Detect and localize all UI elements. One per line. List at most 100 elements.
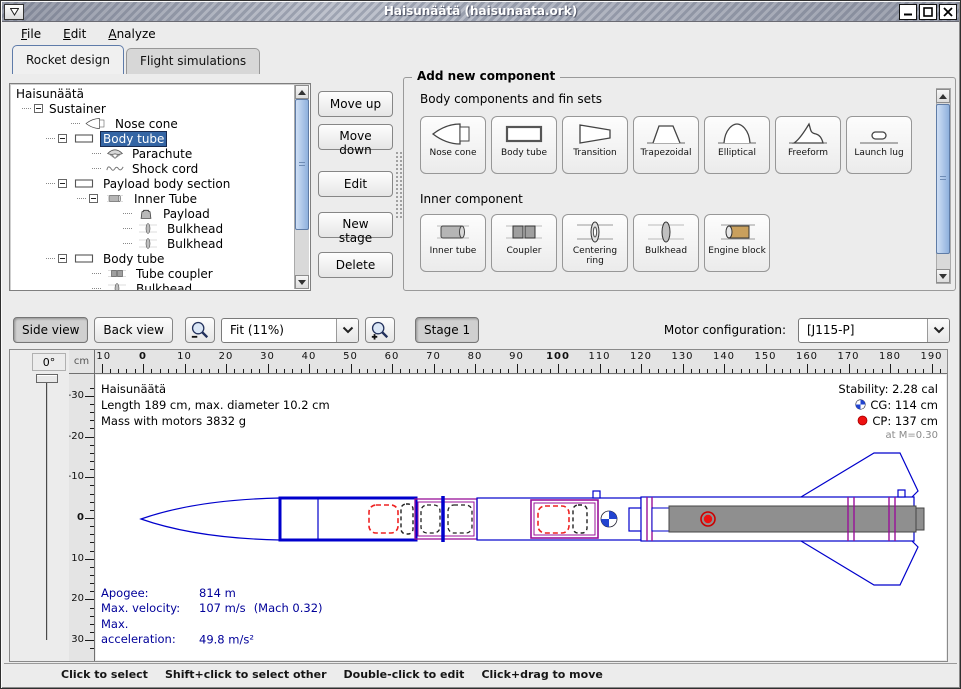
coupler-icon [104, 267, 130, 280]
add-trapezoidal-fin-button[interactable]: Trapezoidal [633, 116, 699, 174]
minimize-button[interactable] [899, 4, 917, 20]
combo-arrow[interactable] [927, 319, 949, 342]
tab-rocket-design[interactable]: Rocket design [12, 45, 124, 74]
rotation-slider-track[interactable] [46, 380, 48, 640]
collapse-icon[interactable] [34, 104, 43, 113]
add-nose-cone-button[interactable]: Nose cone [420, 116, 486, 174]
scroll-down-button[interactable] [295, 275, 309, 289]
add-coupler-button[interactable]: Coupler [491, 214, 557, 272]
motor-configuration-combo[interactable]: [J115-P] [798, 318, 950, 343]
menu-edit[interactable]: Edit [54, 24, 95, 44]
zoom-in-icon [370, 320, 390, 340]
launch-lug-shape[interactable] [898, 490, 905, 497]
rotation-slider-thumb[interactable] [36, 374, 58, 383]
palette-row-body: Nose cone Body tube Transition Trapezoid… [420, 116, 912, 174]
status-bar: Click to select Shift+click to select ot… [4, 663, 957, 684]
tree-item-bulkhead[interactable]: Bulkhead [10, 236, 310, 251]
body-tube-icon [71, 132, 97, 145]
maximize-button[interactable] [919, 4, 937, 20]
add-transition-button[interactable]: Transition [562, 116, 628, 174]
zoom-level-combo[interactable]: Fit (11%) [221, 318, 359, 343]
cg-value: 114 cm [895, 398, 938, 412]
tree-item-bulkhead[interactable]: Bulkhead [10, 281, 310, 291]
add-body-tube-button[interactable]: Body tube [491, 116, 557, 174]
side-view-button[interactable]: Side view [13, 317, 88, 343]
collapse-icon[interactable] [58, 254, 67, 263]
combo-arrow[interactable] [336, 319, 358, 342]
tree-scrollbar[interactable] [294, 85, 309, 289]
tree-item-stage[interactable]: Sustainer [10, 101, 310, 116]
tree-item-payload[interactable]: Payload [10, 206, 310, 221]
add-launch-lug-button[interactable]: Launch lug [846, 116, 912, 174]
new-stage-button[interactable]: New stage [318, 212, 393, 238]
rocket-canvas[interactable]: Haisunäätä Length 189 cm, max. diameter … [96, 375, 946, 660]
max-velocity-row: Max. velocity:107 m/s(Mach 0.32) [101, 601, 323, 617]
add-centering-ring-button[interactable]: Centering ring [562, 214, 628, 272]
menu-file[interactable]: File [12, 24, 50, 44]
zoom-out-button[interactable] [185, 317, 215, 343]
tree-item-parachute[interactable]: Parachute [10, 146, 310, 161]
body-tube-shape[interactable] [280, 498, 416, 540]
tree-item-nose-cone[interactable]: Nose cone [10, 116, 310, 131]
rocket-view-panel: 0° cm -100102030405060708090100110120130… [9, 349, 948, 662]
scroll-up-button[interactable] [295, 85, 309, 99]
zoom-in-button[interactable] [365, 317, 395, 343]
motor-mount-shape[interactable] [652, 508, 669, 531]
menu-analyze[interactable]: Analyze [99, 24, 164, 44]
launch-lug-shape[interactable] [593, 491, 600, 498]
fin-lower-shape[interactable] [801, 541, 918, 585]
add-inner-tube-button[interactable]: Inner tube [420, 214, 486, 272]
tree-item-shock-cord[interactable]: Shock cord [10, 161, 310, 176]
stage-1-toggle[interactable]: Stage 1 [415, 317, 479, 343]
palette-scrollbar[interactable] [936, 88, 951, 284]
rocket-dimensions: Length 189 cm, max. diameter 10.2 cm [101, 397, 330, 413]
nose-cone-shape[interactable] [141, 498, 280, 540]
flight-summary: Apogee:814 m Max. velocity:107 m/s(Mach … [101, 586, 323, 648]
collapse-icon[interactable] [89, 194, 98, 203]
zoom-out-icon [190, 320, 210, 340]
move-down-button[interactable]: Move down [318, 124, 393, 150]
back-view-button[interactable]: Back view [94, 317, 173, 343]
ruler-unit-label: cm [69, 350, 95, 374]
nose-cone-icon [431, 121, 475, 147]
palette-row-inner: Inner tube Coupler Centering ring Bulkhe… [420, 214, 770, 272]
add-engine-block-button[interactable]: Engine block [704, 214, 770, 272]
hint-shift-click: Shift+click to select other [165, 668, 327, 681]
delete-button[interactable]: Delete [318, 252, 393, 278]
scroll-down-button[interactable] [936, 269, 950, 283]
motor-configuration-value: [J115-P] [799, 323, 927, 337]
tree-item-body-tube-selected[interactable]: Body tube [10, 131, 310, 146]
zoom-level-value: Fit (11%) [222, 323, 336, 337]
tree-item-bulkhead[interactable]: Bulkhead [10, 221, 310, 236]
launch-lug-icon [857, 121, 901, 147]
tree-item-body-tube-aft[interactable]: Body tube [10, 251, 310, 266]
component-tree[interactable]: Haisunäätä Sustainer Nose cone Body tube… [9, 83, 311, 291]
tree-item-tube-coupler[interactable]: Tube coupler [10, 266, 310, 281]
view-toolbar: Side view Back view Fit (11%) Stage 1 Mo… [9, 315, 952, 345]
collapse-icon[interactable] [58, 179, 67, 188]
collapse-icon[interactable] [58, 134, 67, 143]
centering-ring-icon [573, 219, 617, 245]
tree-item-payload-section[interactable]: Payload body section [10, 176, 310, 191]
scrollbar-thumb[interactable] [295, 99, 309, 230]
add-bulkhead-button[interactable]: Bulkhead [633, 214, 699, 272]
inner-tube-icon [431, 219, 475, 245]
title-bar[interactable]: Haisunäätä (haisunaata.ork) [2, 2, 959, 22]
shock-cord-icon [104, 162, 126, 175]
vertical-ruler: -30-20-100102030 [69, 374, 95, 661]
scrollbar-thumb[interactable] [936, 104, 950, 254]
close-button[interactable] [939, 4, 957, 20]
add-elliptical-fin-button[interactable]: Elliptical [704, 116, 770, 174]
edit-button[interactable]: Edit [318, 171, 393, 197]
arrow-up-icon [298, 90, 306, 95]
splitter-handle[interactable] [395, 151, 402, 219]
cg-label: CG: [870, 398, 891, 412]
tree-item-inner-tube[interactable]: Inner Tube [10, 191, 310, 206]
elliptical-fin-icon [715, 121, 759, 147]
add-freeform-fin-button[interactable]: Freeform [775, 116, 841, 174]
tab-flight-simulations[interactable]: Flight simulations [126, 48, 260, 74]
app-window: Haisunäätä (haisunaata.ork) File Edit An… [0, 0, 961, 689]
scroll-up-button[interactable] [936, 89, 950, 103]
move-up-button[interactable]: Move up [318, 91, 393, 117]
tree-item-rocket[interactable]: Haisunäätä [10, 86, 310, 101]
